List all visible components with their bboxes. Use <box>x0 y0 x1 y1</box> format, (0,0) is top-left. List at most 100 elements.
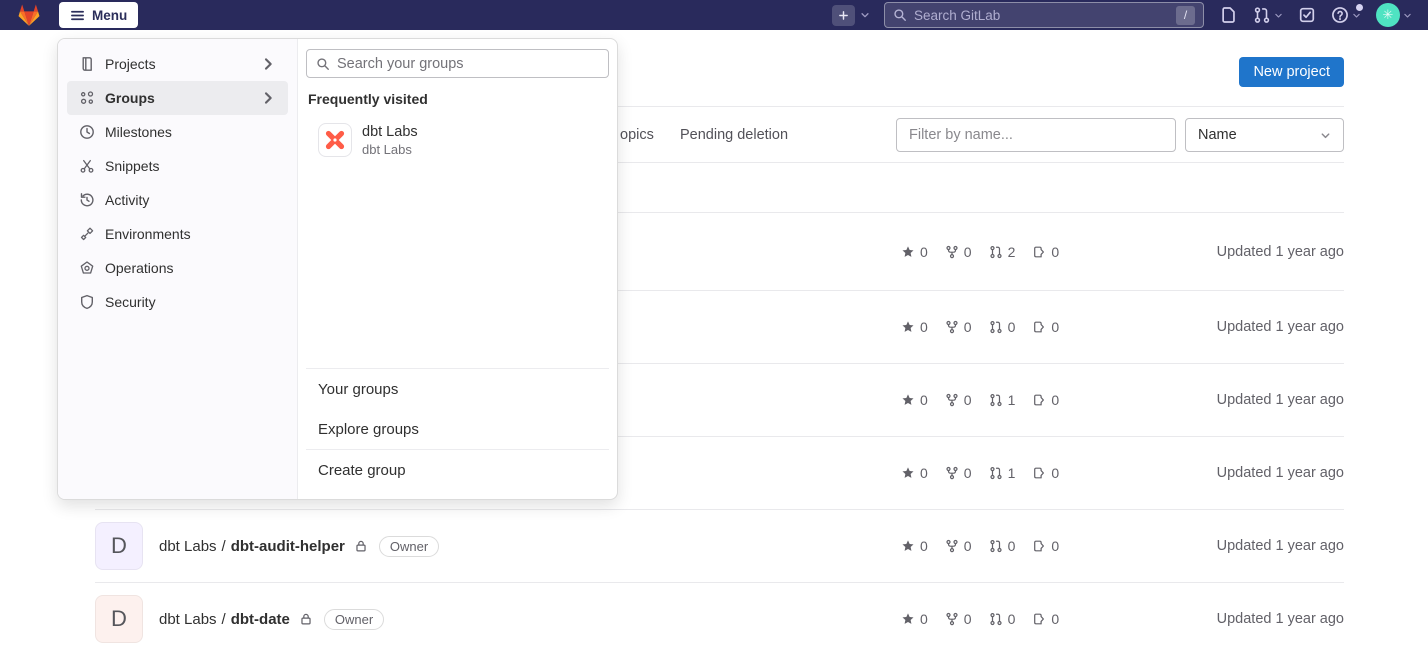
groups-search-input[interactable] <box>337 56 599 72</box>
issue-count[interactable]: 0 <box>1032 319 1059 335</box>
fork-count[interactable]: 0 <box>945 465 972 481</box>
groups-icon <box>79 90 95 106</box>
chevron-down-icon <box>1352 11 1361 20</box>
updated-timestamp: Updated 1 year ago <box>1073 465 1344 481</box>
issue-count[interactable]: 0 <box>1032 392 1059 408</box>
fork-icon <box>945 612 959 626</box>
menu-dropdown: Projects Groups Milestones Snippets Acti… <box>57 38 618 500</box>
project-name[interactable]: dbt-date <box>231 611 290 628</box>
create-group-link[interactable]: Create group <box>306 453 609 487</box>
project-avatar: D <box>95 595 143 643</box>
merge-request-icon <box>989 320 1003 334</box>
merge-request-count[interactable]: 0 <box>989 538 1016 554</box>
star-count[interactable]: 0 <box>901 538 928 554</box>
issue-count[interactable]: 0 <box>1032 244 1059 260</box>
star-count[interactable]: 0 <box>901 611 928 627</box>
new-project-button[interactable]: New project <box>1239 57 1344 87</box>
menu-item-groups[interactable]: Groups <box>67 81 288 115</box>
menu-button[interactable]: Menu <box>59 2 138 28</box>
lock-icon <box>299 612 313 626</box>
your-groups-link[interactable]: Your groups <box>306 372 609 406</box>
hamburger-icon <box>70 8 85 23</box>
issue-icon <box>1032 539 1046 553</box>
fork-icon <box>945 245 959 259</box>
help-menu-button[interactable] <box>1331 6 1361 24</box>
star-icon <box>901 393 915 407</box>
star-count[interactable]: 0 <box>901 244 928 260</box>
menu-item-activity[interactable]: Activity <box>67 183 288 217</box>
issue-count[interactable]: 0 <box>1032 538 1059 554</box>
merge-request-count[interactable]: 0 <box>989 319 1016 335</box>
star-count[interactable]: 0 <box>901 465 928 481</box>
groups-flyout-panel: Frequently visited dbt Labs dbt Labs You… <box>298 39 617 499</box>
menu-item-milestones[interactable]: Milestones <box>67 115 288 149</box>
user-menu-button[interactable]: ✳ <box>1376 3 1412 27</box>
frequent-group-dbt-labs[interactable]: dbt Labs dbt Labs <box>308 120 607 160</box>
fork-icon <box>945 539 959 553</box>
fork-count[interactable]: 0 <box>945 538 972 554</box>
updated-timestamp: Updated 1 year ago <box>1073 244 1344 260</box>
notification-dot <box>1356 4 1363 11</box>
issue-icon <box>1032 320 1046 334</box>
global-search[interactable]: / <box>884 2 1204 28</box>
issue-count[interactable]: 0 <box>1032 611 1059 627</box>
merge-request-count[interactable]: 1 <box>989 392 1016 408</box>
tab-pending-deletion[interactable]: Pending deletion <box>680 107 788 163</box>
star-count[interactable]: 0 <box>901 319 928 335</box>
group-title: dbt Labs <box>362 124 418 140</box>
updated-timestamp: Updated 1 year ago <box>1073 319 1344 335</box>
menu-item-operations[interactable]: Operations <box>67 251 288 285</box>
star-icon <box>901 539 915 553</box>
updated-timestamp: Updated 1 year ago <box>1073 611 1344 627</box>
project-namespace[interactable]: dbt Labs <box>159 538 217 555</box>
sort-dropdown[interactable]: Name <box>1185 118 1344 152</box>
top-navbar: Menu / ✳ <box>0 0 1428 30</box>
fork-count[interactable]: 0 <box>945 319 972 335</box>
menu-item-environments[interactable]: Environments <box>67 217 288 251</box>
todos-button[interactable] <box>1298 6 1316 24</box>
chevron-right-icon <box>260 90 276 106</box>
merge-request-icon <box>1253 6 1271 24</box>
star-count[interactable]: 0 <box>901 392 928 408</box>
issue-icon <box>1032 245 1046 259</box>
merge-requests-button[interactable] <box>1253 6 1283 24</box>
issue-icon <box>1032 393 1046 407</box>
search-icon <box>316 57 330 71</box>
chevron-down-icon <box>1403 11 1412 20</box>
namespace-separator: / <box>222 611 226 628</box>
filter-by-name-input[interactable] <box>896 118 1176 152</box>
plus-icon <box>832 5 855 26</box>
snippets-scissors-icon <box>79 158 95 174</box>
menu-item-security[interactable]: Security <box>67 285 288 319</box>
chevron-down-icon <box>860 10 870 20</box>
fork-count[interactable]: 0 <box>945 611 972 627</box>
divider <box>306 368 609 369</box>
explore-groups-link[interactable]: Explore groups <box>306 412 609 446</box>
tab-topics[interactable]: opics <box>620 107 654 163</box>
menu-item-projects[interactable]: Projects <box>67 47 288 81</box>
star-icon <box>901 320 915 334</box>
merge-request-count[interactable]: 0 <box>989 611 1016 627</box>
project-name[interactable]: dbt-audit-helper <box>231 538 345 555</box>
issue-count[interactable]: 0 <box>1032 465 1059 481</box>
project-namespace[interactable]: dbt Labs <box>159 611 217 628</box>
groups-search[interactable] <box>306 49 609 78</box>
issues-button[interactable] <box>1220 6 1238 24</box>
gitlab-logo-icon[interactable] <box>16 2 42 28</box>
table-row[interactable]: D dbt Labs / dbt-audit-helper Owner 0 0 … <box>95 509 1344 582</box>
chevron-down-icon <box>1320 130 1331 141</box>
merge-request-count[interactable]: 1 <box>989 465 1016 481</box>
search-input[interactable] <box>914 8 1169 23</box>
menu-item-snippets[interactable]: Snippets <box>67 149 288 183</box>
updated-timestamp: Updated 1 year ago <box>1073 538 1344 554</box>
sort-dropdown-label: Name <box>1198 127 1237 143</box>
shield-icon <box>79 294 95 310</box>
updated-timestamp: Updated 1 year ago <box>1073 392 1344 408</box>
operations-icon <box>79 260 95 276</box>
table-row[interactable]: D dbt Labs / dbt-date Owner 0 0 0 0 Upda… <box>95 582 1344 655</box>
new-menu-button[interactable] <box>832 5 870 26</box>
fork-count[interactable]: 0 <box>945 244 972 260</box>
merge-request-count[interactable]: 2 <box>989 244 1016 260</box>
fork-count[interactable]: 0 <box>945 392 972 408</box>
project-icon <box>79 56 95 72</box>
